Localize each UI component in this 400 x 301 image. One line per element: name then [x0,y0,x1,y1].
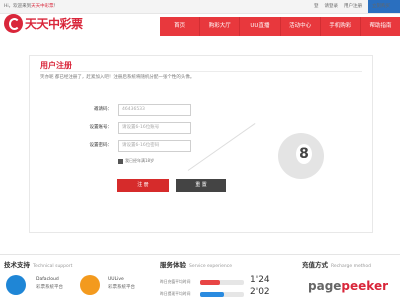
footer: 技术支持 Technical support Dafacloud 彩票系统平台 U… [0,254,400,301]
dafacloud-icon [6,275,26,295]
tech-support-cn: 技术支持 [4,261,30,269]
invite-code-label: 邀请码： [94,107,112,112]
watermark-page: page [308,279,342,293]
welcome-text: Hi，欢迎来到天天中彩票！ [4,0,58,13]
dafacloud-info[interactable]: Dafacloud 彩票系统平台 [36,277,63,290]
ball-number: 8 [296,144,312,164]
invite-code-row: 邀请码： 46436533 [30,104,372,116]
recharge-en: Recharge method [331,264,371,269]
register-intro: 笑亦呢 都已经注册了，赶紧加入吧！注册后系统将随机分配一张个性的头像。 [40,75,195,80]
tech-support-en: Technical support [33,264,73,269]
register-panel: 用户注册 笑亦呢 都已经注册了，赶紧加入吧！注册后系统将随机分配一张个性的头像。… [29,55,373,233]
nav-item-lottery-hall[interactable]: 购彩大厅 [199,17,239,36]
withdraw-time: 2'02 [250,287,270,297]
age-checkbox[interactable] [118,158,123,164]
nav-item-home[interactable]: 首页 [160,17,199,36]
account-input[interactable]: 请设置6-16位账号 [118,122,191,134]
buy-now-button[interactable]: 立刻购买 [368,0,400,13]
deposit-label: 昨日充值平均时间 [160,279,191,284]
register-button[interactable]: 注 册 [117,179,169,192]
service-title: 服务体验 Service experience [160,259,232,269]
withdraw-bar-fill [200,292,225,297]
buy-now-label: 立刻购买 [372,4,390,9]
uulive-sub: 彩票系统平台 [108,285,135,290]
nav-item-help[interactable]: 帮助指南 [359,17,400,36]
please-login-link[interactable]: 请登录 [325,0,339,13]
deposit-bar-fill [200,280,220,285]
service-cn: 服务体验 [160,261,186,269]
tech-support-title: 技术支持 Technical support [4,259,72,269]
password-input[interactable]: 请设置6-16位密码 [118,140,191,152]
register-title: 用户注册 [40,61,72,70]
withdraw-bar [200,292,244,297]
user-register-link[interactable]: 用户注册 [344,0,362,13]
deposit-bar [200,280,244,285]
age-agree-label: 我已经年满18岁 [125,158,155,163]
nav-item-activities[interactable]: 活动中心 [279,17,320,36]
uulive-icon [80,275,100,295]
logo-text: 天天中彩票 [25,17,83,31]
header: 天天中彩票 首页 购彩大厅 UU直播 活动中心 手机购彩 帮助指南 [0,13,400,36]
service-en: Service experience [189,264,233,269]
nav-item-uu-live[interactable]: UU直播 [239,17,279,36]
recharge-title: 充值方式 Recharge method [302,259,371,269]
uulive-name: UULive [108,277,124,282]
deposit-time: 1'24 [250,275,270,285]
reset-button[interactable]: 重 置 [176,179,226,192]
top-bar: Hi，欢迎来到天天中彩票！ 登 请登录 用户注册 立刻购买 [0,0,400,14]
logo-icon [4,14,23,33]
uulive-info[interactable]: UULive 彩票系统平台 [108,277,135,290]
welcome-prefix: Hi，欢迎来到 [4,4,32,9]
site-logo[interactable]: 天天中彩票 [4,14,83,33]
dafacloud-name: Dafacloud [36,277,59,282]
dafacloud-sub: 彩票系统平台 [36,285,63,290]
password-label: 设置密码： [89,143,113,148]
top-bar-links: 登 请登录 用户注册 立刻购买 [314,0,400,13]
welcome-suffix: ！ [53,4,59,9]
age-agree-row[interactable]: 我已经年满18岁 [118,158,154,164]
nav-item-mobile[interactable]: 手机购彩 [319,17,360,36]
login-link[interactable]: 登 [314,0,319,13]
main-nav: 首页 购彩大厅 UU直播 活动中心 手机购彩 帮助指南 [160,17,400,36]
title-divider [40,71,362,72]
withdraw-label: 昨日提现平均时间 [160,291,191,296]
watermark-peeker: peeker [341,279,389,293]
pagepeeker-watermark: pagepeeker [308,279,388,293]
invite-code-input[interactable]: 46436533 [118,104,191,116]
recharge-cn: 充值方式 [302,261,328,269]
account-label: 设置账号： [89,125,113,130]
billiard-ball-icon: 8 [278,133,324,179]
account-row: 设置账号： 请设置6-16位账号 [30,122,372,134]
welcome-brand[interactable]: 天天中彩票 [31,4,54,9]
